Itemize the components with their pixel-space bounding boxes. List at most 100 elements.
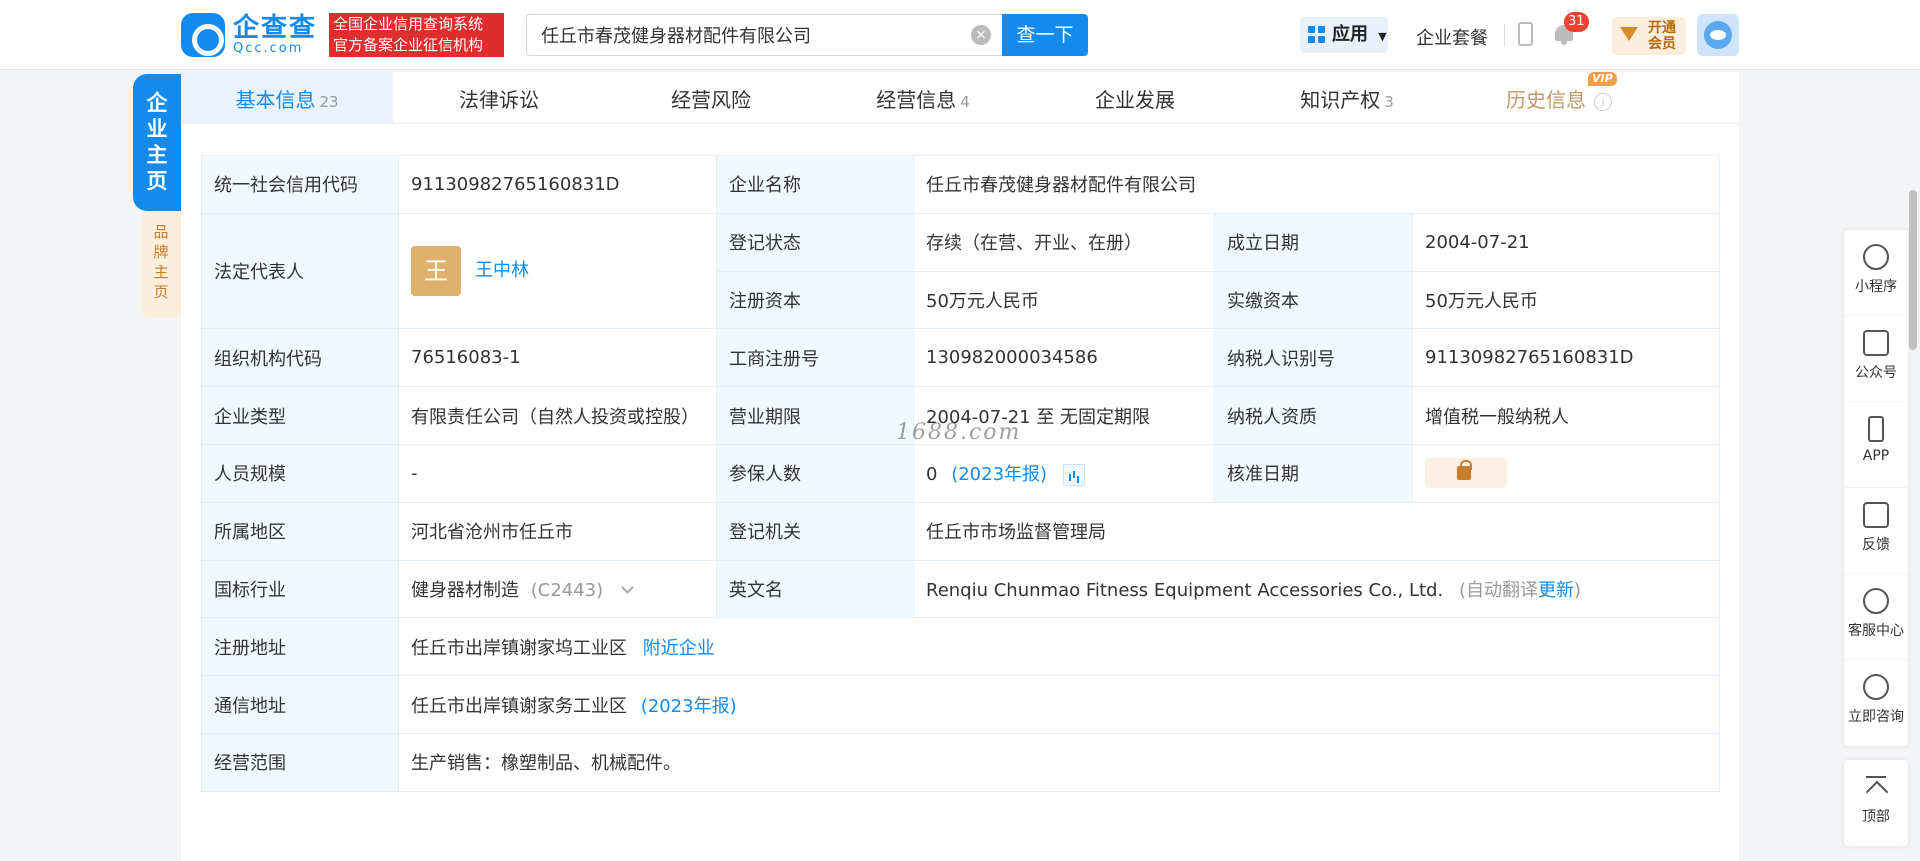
scope-value: 生产销售：橡塑制品、机械配件。: [397, 732, 1721, 792]
chevron-down-icon[interactable]: [621, 581, 634, 594]
staff-size-value: -: [398, 443, 717, 503]
reg-status-label: 登记状态: [716, 212, 914, 272]
reg-capital-label: 注册资本: [716, 270, 914, 330]
table-row: 法定代表人 王王中林 登记状态 存续（在营、开业、在册） 成立日期 2004-0…: [201, 212, 1721, 330]
user-avatar[interactable]: [1697, 14, 1739, 56]
industry-value: 健身器材制造: [411, 579, 519, 601]
watermark-1688: 1688.com: [896, 420, 1022, 445]
en-name-value: Renqiu Chunmao Fitness Equipment Accesso…: [926, 579, 1444, 601]
slogan-line-2: 官方备案企业征信机构: [333, 36, 484, 54]
search-button[interactable]: 查一下: [1002, 14, 1088, 56]
business-info-table: 统一社会信用代码 91130982765160831D 企业名称 任丘市春茂健身…: [201, 155, 1721, 792]
header-divider: [1504, 24, 1505, 46]
company-tabs: 基本信息 23 法律诉讼 经营风险 经营信息 4 企业发展 知识产权 3 历史信息 i …: [181, 72, 1739, 124]
legal-rep-avatar[interactable]: 王: [411, 246, 461, 297]
authority-label: 登记机关: [716, 501, 914, 561]
authority-value: 任丘市市场监督管理局: [912, 501, 1721, 561]
table-row: 统一社会信用代码 91130982765160831D 企业名称 任丘市春茂健身…: [201, 155, 1721, 214]
feedback-icon: [1863, 502, 1889, 528]
app-button[interactable]: APP: [1844, 402, 1908, 488]
back-to-top-label: 顶部: [1862, 809, 1890, 825]
consult-now-button[interactable]: 立即咨询: [1844, 660, 1908, 746]
tab-ip-label: 知识产权: [1300, 88, 1381, 112]
mail-address-annual-report-link[interactable]: (2023年报): [641, 696, 737, 717]
taxpayer-id-value: 91130982765160831D: [1411, 328, 1721, 388]
founded-label: 成立日期: [1214, 212, 1413, 272]
qcc-logo[interactable]: 企查查 Qcc.com: [181, 13, 317, 57]
arrow-up-icon: [1863, 774, 1889, 800]
table-row: 人员规模 - 参保人数 0 (2023年报) 核准日期: [201, 443, 1721, 503]
tab-ip[interactable]: 知识产权 3: [1241, 72, 1453, 124]
apps-menu-button[interactable]: 应用 ▼: [1300, 17, 1388, 53]
founded-value: 2004-07-21: [1411, 212, 1721, 272]
tab-legal[interactable]: 法律诉讼: [393, 72, 605, 124]
tab-basic-info-label: 基本信息: [235, 88, 316, 112]
mobile-phone-icon[interactable]: [1518, 22, 1533, 46]
table-row: 通信地址 任丘市出岸镇谢家务工业区 (2023年报): [201, 675, 1721, 734]
vip-locked-value[interactable]: [1425, 458, 1507, 489]
update-translation-link[interactable]: 更新: [1538, 580, 1574, 601]
open-vip-button[interactable]: 开通 会员: [1612, 17, 1686, 55]
slogan-line-1: 全国企业信用查询系统: [333, 15, 484, 33]
biz-term-label: 营业期限: [716, 386, 914, 445]
right-toolbar: 小程序 公众号 APP 反馈 客服中心 立即咨询: [1844, 230, 1908, 746]
clear-search-icon[interactable]: ×: [971, 25, 991, 45]
approved-date-label: 核准日期: [1214, 443, 1413, 503]
scan-icon: [1863, 330, 1889, 356]
paid-capital-value: 50万元人民币: [1411, 270, 1721, 330]
official-account-button[interactable]: 公众号: [1844, 316, 1908, 402]
biz-reg-no-label: 工商注册号: [716, 328, 914, 388]
tab-development[interactable]: 企业发展: [1029, 72, 1241, 124]
search-input[interactable]: [526, 14, 1002, 56]
reg-address-value: 任丘市出岸镇谢家坞工业区: [411, 637, 627, 659]
company-type-value: 有限责任公司（自然人投资或控股）: [398, 386, 717, 445]
tab-development-label: 企业发展: [1095, 88, 1175, 112]
region-value: 河北省沧州市任丘市: [398, 501, 717, 561]
mail-address-label: 通信地址: [201, 675, 399, 734]
vip-tag-badge: VIP: [1588, 72, 1617, 86]
mini-program-icon: [1863, 244, 1889, 270]
mail-address-value: 任丘市出岸镇谢家务工业区: [411, 695, 627, 717]
official-account-label: 公众号: [1855, 365, 1897, 381]
region-label: 所属地区: [201, 501, 399, 561]
industry-cell[interactable]: 健身器材制造 (C2443): [398, 559, 717, 619]
reg-address-cell: 任丘市出岸镇谢家坞工业区 附近企业: [397, 617, 1721, 677]
mini-program-button[interactable]: 小程序: [1844, 230, 1908, 316]
tab-history-label: 历史信息: [1506, 88, 1586, 112]
tab-operations[interactable]: 经营信息 4: [817, 72, 1029, 124]
back-to-top-box: 顶部: [1844, 760, 1908, 846]
credit-code-value: 91130982765160831D: [398, 155, 717, 214]
mini-program-label: 小程序: [1855, 279, 1897, 295]
industry-label: 国标行业: [201, 559, 399, 619]
company-home-side-tab[interactable]: 企业主页: [133, 74, 181, 211]
biz-reg-no-value: 130982000034586: [913, 328, 1215, 388]
page-scrollbar[interactable]: [1909, 190, 1917, 350]
reg-address-label: 注册地址: [201, 617, 399, 677]
taxpayer-id-label: 纳税人识别号: [1214, 328, 1413, 388]
notification-count-badge: 31: [1564, 12, 1589, 32]
tab-history[interactable]: 历史信息 i VIP: [1453, 72, 1665, 124]
legal-rep-link[interactable]: 王中林: [475, 260, 529, 281]
legal-rep-cell: 王王中林: [398, 212, 717, 330]
table-row: 国标行业 健身器材制造 (C2443) 英文名 Renqiu Chunmao F…: [201, 559, 1721, 619]
next-section-partial: [200, 846, 1720, 861]
tab-operations-label: 经营信息: [876, 88, 957, 112]
customer-service-button[interactable]: 客服中心: [1844, 574, 1908, 660]
insured-annual-report-link[interactable]: (2023年报): [951, 464, 1047, 485]
customer-service-label: 客服中心: [1848, 623, 1904, 639]
brand-home-side-tab[interactable]: 品牌主页: [141, 212, 181, 318]
trend-chart-icon[interactable]: [1062, 464, 1085, 487]
feedback-button[interactable]: 反馈: [1844, 488, 1908, 574]
tab-basic-info-count: 23: [319, 93, 339, 111]
tab-risk[interactable]: 经营风险: [605, 72, 817, 124]
org-code-label: 组织机构代码: [201, 328, 399, 388]
tab-basic-info[interactable]: 基本信息 23: [181, 72, 393, 124]
table-row: 经营范围 生产销售：橡塑制品、机械配件。: [201, 732, 1721, 792]
info-icon: i: [1594, 92, 1612, 111]
consult-now-label: 立即咨询: [1848, 709, 1904, 725]
taxpayer-qual-label: 纳税人资质: [1214, 386, 1413, 445]
nearby-companies-link[interactable]: 附近企业: [643, 638, 715, 659]
enterprise-package-link[interactable]: 企业套餐: [1416, 24, 1488, 50]
back-to-top-button[interactable]: 顶部: [1844, 760, 1908, 846]
vip-line-2: 会员: [1648, 36, 1676, 52]
